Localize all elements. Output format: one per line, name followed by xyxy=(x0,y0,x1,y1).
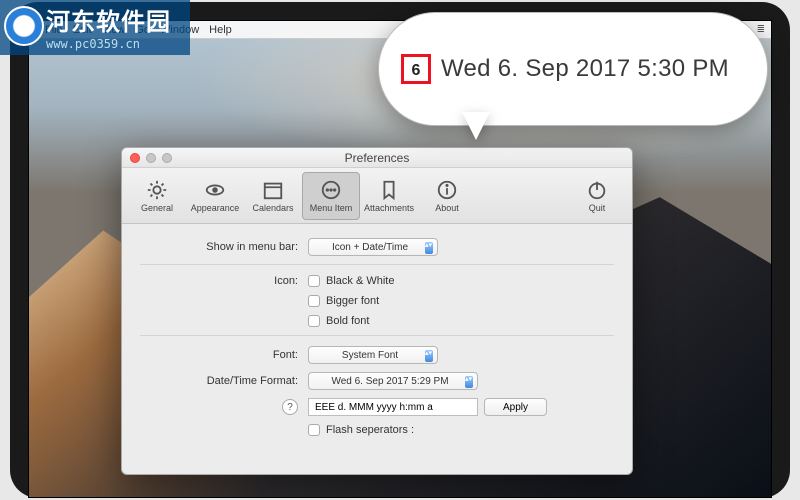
label-date-time-format: Date/Time Format: xyxy=(140,375,308,387)
checkbox-bold-font-label: Bold font xyxy=(326,315,369,327)
checkbox-black-white[interactable] xyxy=(308,275,320,287)
label-font: Font: xyxy=(140,349,308,361)
help-button[interactable]: ? xyxy=(282,399,298,415)
gear-icon xyxy=(146,179,168,201)
menubar-calendar-icon[interactable] xyxy=(598,25,608,35)
label-icon: Icon: xyxy=(140,275,308,287)
tab-appearance[interactable]: Appearance xyxy=(186,172,244,220)
window-titlebar[interactable]: Preferences xyxy=(122,148,632,168)
label-show-in-menubar: Show in menu bar: xyxy=(140,241,308,253)
wifi-icon[interactable]: ⏚ xyxy=(542,22,552,37)
tab-attachments[interactable]: Attachments xyxy=(360,172,418,220)
quit-button[interactable]: Quit xyxy=(568,172,626,220)
info-icon xyxy=(436,179,458,201)
font-value: System Font xyxy=(342,350,398,361)
tab-attachments-label: Attachments xyxy=(364,203,414,213)
menubar-status-area: ⏚ ▭ 🔈 Wed 6. Sep 2017 5:30 PM Q ≣ xyxy=(542,22,765,37)
desktop: File Edit View Go Window Help ⏚ ▭ 🔈 Wed … xyxy=(28,20,772,498)
tab-about[interactable]: About xyxy=(418,172,476,220)
checkbox-bold-font[interactable] xyxy=(308,315,320,327)
datetime-format-value: Wed 6. Sep 2017 5:29 PM xyxy=(331,376,448,387)
bookmark-icon xyxy=(378,179,400,201)
preferences-window: Preferences General Appearance Calendars xyxy=(121,147,633,475)
watermark-logo-icon xyxy=(4,6,44,46)
menu-help[interactable]: Help xyxy=(209,24,232,36)
datetime-format-popup[interactable]: Wed 6. Sep 2017 5:29 PM ▴▾ xyxy=(308,372,478,390)
calendar-icon xyxy=(262,179,284,201)
tab-menu-item-label: Menu Item xyxy=(310,203,353,213)
preferences-toolbar: General Appearance Calendars Menu Item A… xyxy=(122,168,632,224)
preferences-body: Show in menu bar: Icon + Date/Time ▴▾ Ic… xyxy=(122,224,632,454)
tab-general-label: General xyxy=(141,203,173,213)
spotlight-icon[interactable]: Q xyxy=(741,24,749,35)
checkbox-bigger-font[interactable] xyxy=(308,295,320,307)
checkbox-black-white-label: Black & White xyxy=(326,275,394,287)
tab-menu-item[interactable]: Menu Item xyxy=(302,172,360,220)
tab-general[interactable]: General xyxy=(128,172,186,220)
apply-button[interactable]: Apply xyxy=(484,398,547,416)
show-mode-value: Icon + Date/Time xyxy=(332,242,408,253)
battery-icon[interactable]: ▭ xyxy=(560,24,569,35)
show-mode-popup[interactable]: Icon + Date/Time ▴▾ xyxy=(308,238,438,256)
device-frame: File Edit View Go Window Help ⏚ ▭ 🔈 Wed … xyxy=(10,2,790,498)
checkbox-bigger-font-label: Bigger font xyxy=(326,295,379,307)
volume-icon[interactable]: 🔈 xyxy=(577,24,589,35)
ellipsis-icon xyxy=(320,179,342,201)
font-popup[interactable]: System Font ▴▾ xyxy=(308,346,438,364)
tab-about-label: About xyxy=(435,203,459,213)
tab-calendars[interactable]: Calendars xyxy=(244,172,302,220)
separator xyxy=(140,264,614,265)
checkbox-flash-separators[interactable] xyxy=(308,424,320,436)
watermark-overlay: 河东软件园 www.pc0359.cn xyxy=(0,0,190,55)
window-title: Preferences xyxy=(122,151,632,165)
eye-icon xyxy=(204,179,226,201)
siri-icon[interactable]: ≣ xyxy=(757,24,765,35)
power-icon xyxy=(586,179,608,201)
format-string-input[interactable] xyxy=(308,398,478,416)
quit-label: Quit xyxy=(589,203,606,213)
checkbox-flash-separators-label: Flash seperators : xyxy=(326,424,414,436)
separator xyxy=(140,335,614,336)
menubar-datetime[interactable]: Wed 6. Sep 2017 5:30 PM xyxy=(616,24,733,35)
tab-appearance-label: Appearance xyxy=(191,203,240,213)
tab-calendars-label: Calendars xyxy=(252,203,293,213)
